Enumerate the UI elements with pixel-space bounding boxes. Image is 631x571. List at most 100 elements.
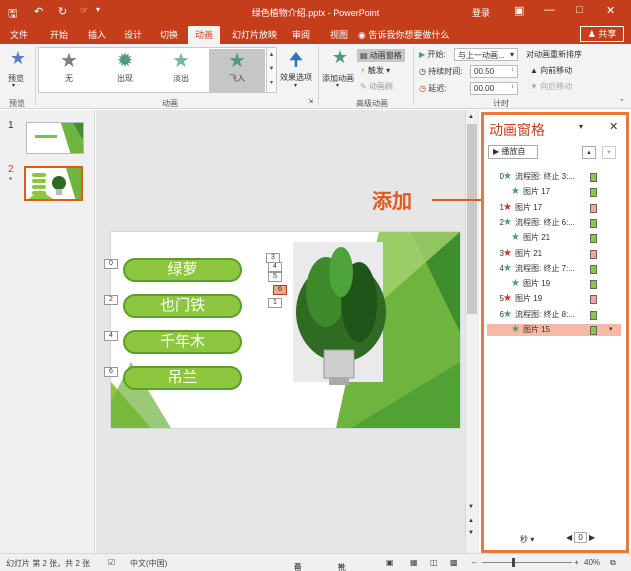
move-up-icon[interactable]: ▲ (582, 146, 596, 159)
collapse-ribbon-icon[interactable]: ⌃ (619, 98, 625, 106)
move-later-button[interactable]: ▼ 向后移动 (530, 81, 572, 92)
timing-bar[interactable] (590, 203, 597, 213)
preview-dropdown-icon[interactable]: ▾ (12, 82, 15, 89)
animation-order-tag[interactable]: 4 (104, 331, 118, 341)
animation-list-item[interactable]: 1 ★ 图片 17 (487, 202, 621, 214)
animation-order-tag[interactable]: 5 (268, 272, 282, 282)
tell-me-search[interactable]: ◉ 告诉我你想要做什么 (358, 28, 449, 41)
seconds-dropdown[interactable]: 秒 ▾ (520, 534, 534, 545)
maximize-icon[interactable]: □ (576, 4, 583, 16)
preview-button[interactable]: 预览 (8, 73, 24, 84)
animation-list-item[interactable]: 2 ★ 流程图: 终止 6:... (487, 217, 621, 229)
tab-review[interactable]: 审阅 (292, 28, 310, 41)
animation-order-tag[interactable]: 0 (104, 259, 118, 269)
timing-bar[interactable] (590, 188, 597, 198)
anim-fly-in[interactable]: ★ 飞入 (209, 49, 265, 92)
reading-view-icon[interactable]: ◫ (430, 558, 438, 567)
prev-slide-icon[interactable]: ▲ (468, 518, 474, 524)
timing-bar[interactable] (590, 218, 597, 228)
effect-options-dropdown-icon[interactable]: ▾ (294, 82, 297, 89)
timing-bar[interactable] (590, 264, 597, 274)
move-earlier-button[interactable]: ▲ 向前移动 (530, 65, 572, 76)
animation-list-item[interactable]: 3 ★ 图片 21 (487, 248, 621, 260)
anim-appear[interactable]: ✹ 出现 (97, 49, 153, 92)
tab-file[interactable]: 文件 (10, 28, 28, 41)
animation-list-item[interactable]: 0 ★ 流程图: 终止 3:... (487, 171, 621, 183)
scroll-thumb[interactable] (467, 124, 477, 314)
pane-close-icon[interactable]: ✕ (609, 120, 618, 133)
scroll-up-icon[interactable]: ▲ (468, 114, 474, 120)
zoom-out-icon[interactable]: – (472, 558, 476, 567)
scroll-down-icon[interactable]: ▼ (468, 504, 474, 510)
animation-order-tag[interactable]: 4 (268, 262, 282, 272)
pill-shape[interactable]: 吊兰 (123, 366, 242, 390)
anim-fade[interactable]: ★ 淡出 (153, 49, 209, 92)
duration-input[interactable]: 00.50 ↕ (470, 65, 518, 78)
animation-pane-button[interactable]: ▤ 动画窗格 (357, 49, 405, 62)
row-dropdown-icon[interactable]: ▾ (609, 324, 613, 336)
animation-order-tag[interactable]: 6 (104, 367, 118, 377)
tab-transitions[interactable]: 切换 (160, 28, 178, 41)
slide-thumbnail-2[interactable] (24, 166, 83, 201)
tab-insert[interactable]: 插入 (88, 28, 106, 41)
close-icon[interactable]: ✕ (606, 4, 615, 17)
animation-list-item[interactable]: ★ 图片 21 (487, 232, 621, 244)
tab-slideshow[interactable]: 幻灯片放映 (232, 28, 277, 41)
pane-options-icon[interactable]: ▾ (579, 122, 583, 131)
timing-bar[interactable] (590, 326, 597, 335)
animation-list-item[interactable]: 5 ★ 图片 19 (487, 293, 621, 305)
minimize-icon[interactable]: — (544, 4, 555, 16)
slide-sorter-icon[interactable]: ▦ (410, 558, 418, 567)
pill-shape[interactable]: 千年木 (123, 330, 242, 354)
animation-list-item[interactable]: ★ 图片 17 (487, 186, 621, 198)
tab-design[interactable]: 设计 (124, 28, 142, 41)
timing-bar[interactable] (590, 280, 597, 290)
play-from-button[interactable]: ▶ 播放自 (488, 145, 538, 159)
animation-order-tag-selected[interactable]: 6 (273, 285, 287, 295)
animation-pane-title: 动画窗格 (489, 122, 545, 138)
zoom-in-icon[interactable]: + (574, 558, 579, 567)
vertical-scrollbar[interactable]: ▲ ▼ ▲ ▼ (465, 110, 478, 553)
animation-painter-button[interactable]: ✎ 动画刷 (360, 81, 393, 92)
animation-list-item[interactable]: 4 ★ 流程图: 终止 7:... (487, 263, 621, 275)
dialog-launcher-icon[interactable]: ⇲ (308, 98, 313, 105)
slide-thumbnail-1[interactable] (26, 122, 84, 154)
animation-order-tag[interactable]: 2 (104, 295, 118, 305)
delay-input[interactable]: 00.00 ↕ (470, 82, 518, 95)
animation-order-tag[interactable]: 1 (268, 298, 282, 308)
move-down-icon[interactable]: ▼ (602, 146, 616, 159)
zoom-slider[interactable] (482, 562, 572, 563)
ribbon-display-icon[interactable]: ▣ (514, 4, 524, 17)
tab-home[interactable]: 开始 (50, 28, 68, 41)
accessibility-icon[interactable]: ☑ (108, 558, 115, 567)
trigger-button[interactable]: ⚡ 触发 ▾ (360, 65, 390, 76)
start-select[interactable]: 与上一动画... ▾ (454, 48, 518, 61)
animation-list-item[interactable]: ★ 图片 15 ▾ (487, 324, 621, 336)
timing-bar[interactable] (590, 249, 597, 259)
login-link[interactable]: 登录 (472, 6, 490, 19)
tab-animations[interactable]: 动画 (188, 26, 221, 44)
slideshow-icon[interactable]: ▩ (450, 558, 458, 567)
zoom-level[interactable]: 40% (584, 558, 600, 567)
normal-view-icon[interactable]: ▣ (386, 558, 394, 567)
add-animation-star-icon[interactable]: ★ (326, 47, 354, 68)
next-slide-icon[interactable]: ▼ (468, 530, 474, 536)
zoom-slider-thumb[interactable] (512, 558, 515, 567)
pill-shape[interactable]: 绿萝 (123, 258, 242, 282)
timeline-zoom[interactable]: ◀ 0 ▶ (566, 532, 595, 543)
preview-star-icon[interactable]: ★ (6, 48, 30, 69)
add-animation-dropdown-icon[interactable]: ▾ (336, 82, 339, 89)
anim-none[interactable]: ★ 无 (41, 49, 97, 92)
share-button[interactable]: ♟ 共享 (580, 26, 624, 42)
timing-bar[interactable] (590, 234, 597, 244)
gallery-scroll[interactable]: ▲ ▼ ▾ (267, 47, 277, 93)
tab-view[interactable]: 视图 (330, 28, 348, 41)
animation-list-item[interactable]: 6 ★ 流程图: 终止 8:... (487, 309, 621, 321)
timing-bar[interactable] (590, 295, 597, 305)
timing-bar[interactable] (590, 310, 597, 320)
animation-list-item[interactable]: ★ 图片 19 (487, 278, 621, 290)
timing-bar[interactable] (590, 173, 597, 182)
pill-shape[interactable]: 也门铁 (123, 294, 242, 318)
fit-slide-icon[interactable]: ⧉ (610, 558, 616, 568)
language-status[interactable]: 中文(中国) (130, 558, 167, 569)
